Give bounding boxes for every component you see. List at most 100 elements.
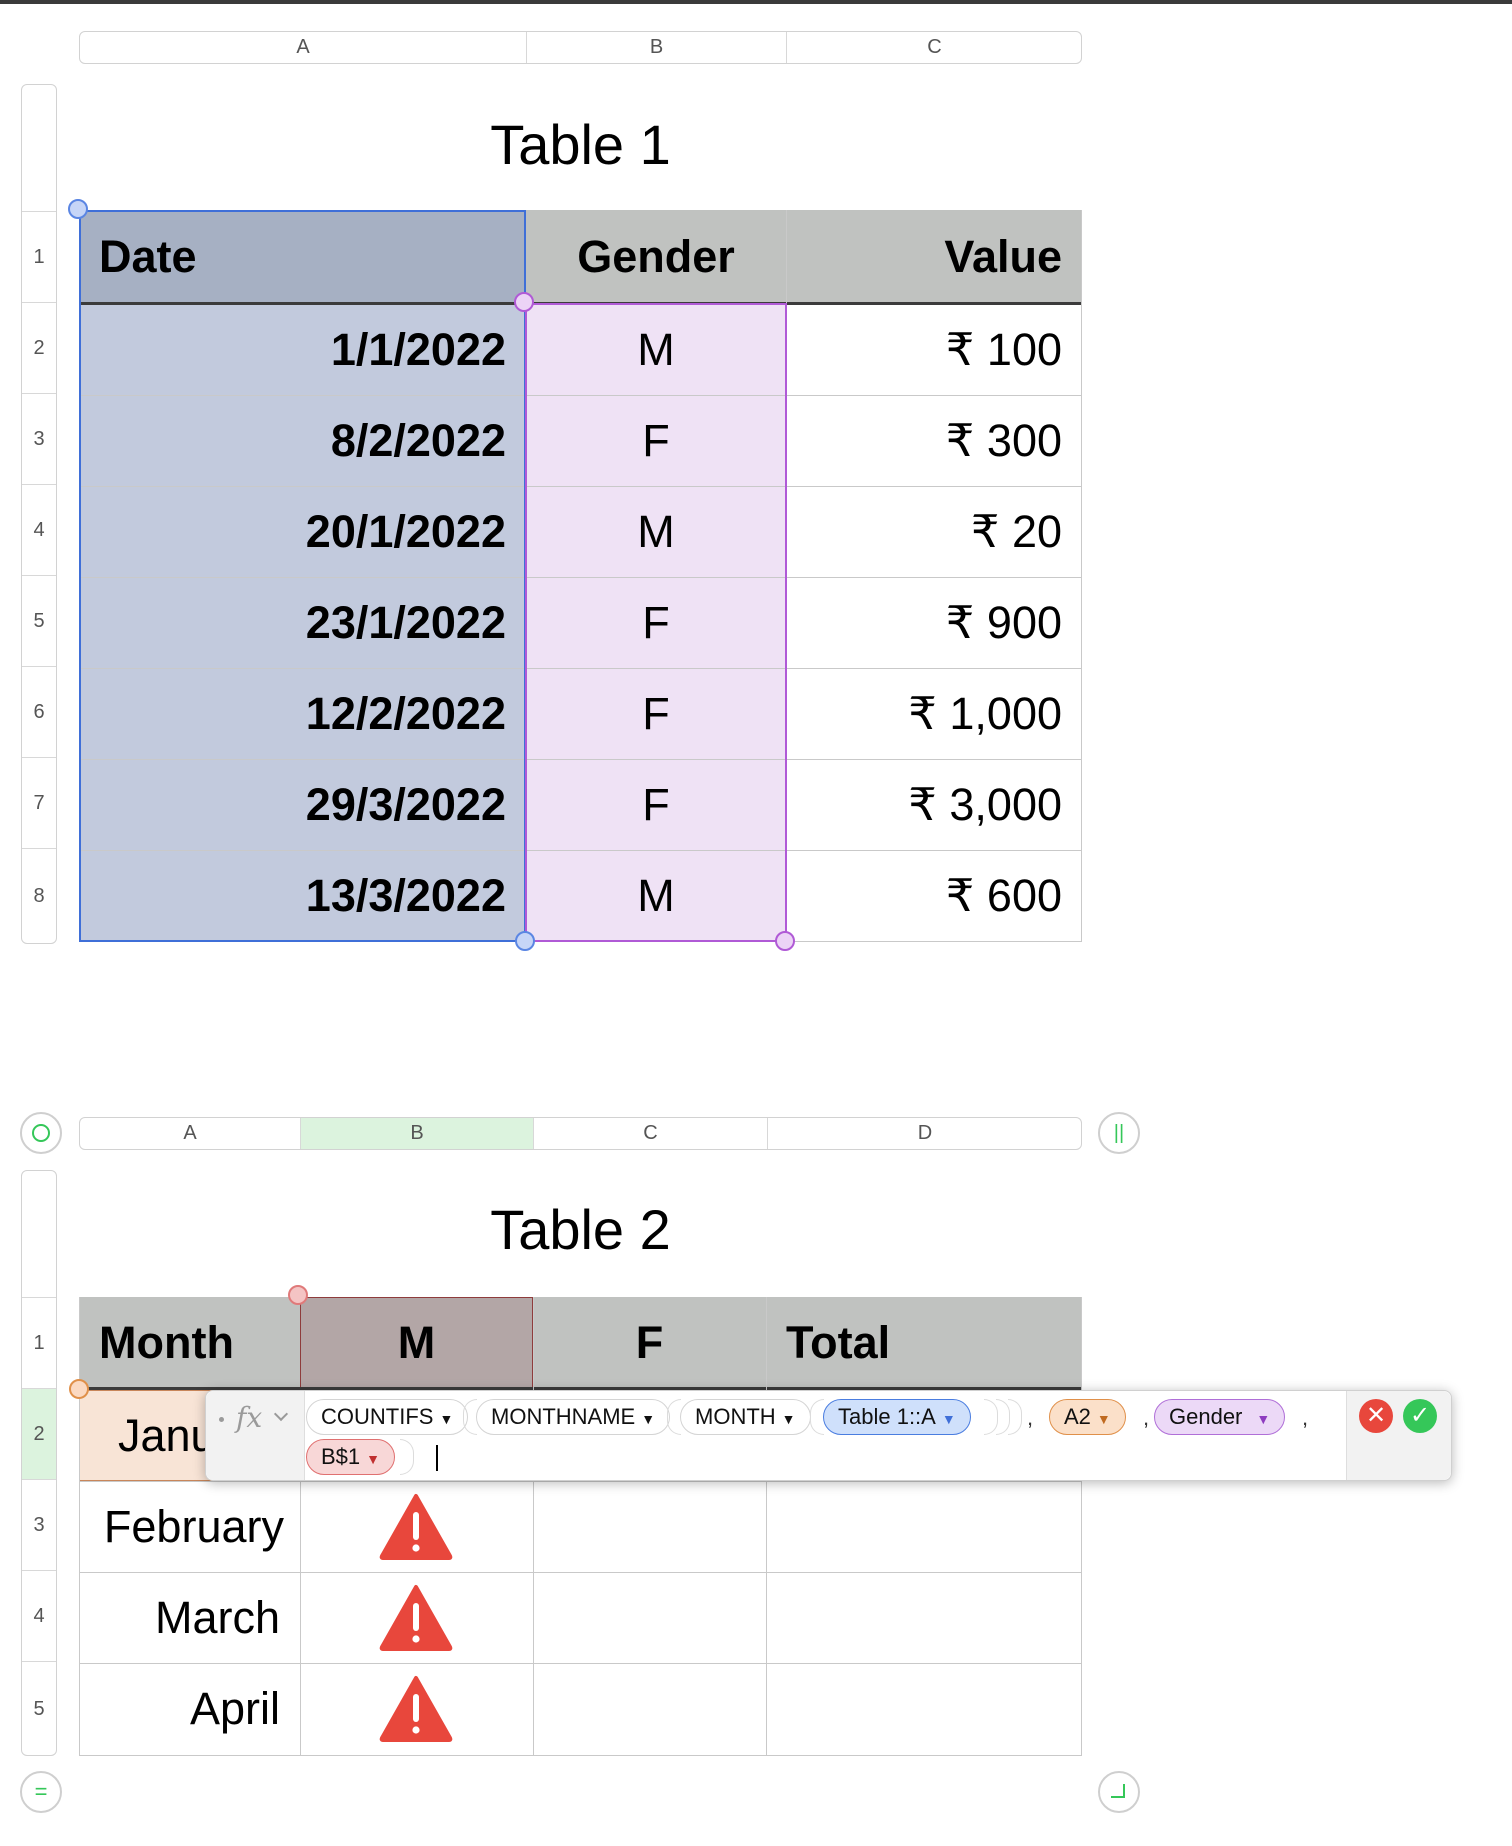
formula-token-range-reference[interactable]: Table 1::A ▼ [823, 1399, 971, 1435]
chevron-down-icon[interactable] [273, 1406, 289, 1422]
cancel-formula-button[interactable]: ✕ [1359, 1399, 1393, 1433]
formula-token-monthname[interactable]: MONTHNAME ▼ [476, 1399, 671, 1435]
formula-comma: , [1143, 1405, 1150, 1430]
token-dropdown-icon[interactable]: ▼ [366, 1451, 380, 1467]
table2-row-header[interactable]: 4 [22, 1570, 56, 1661]
table1-cell-gender[interactable]: M [526, 304, 786, 395]
table1-cell-gender[interactable]: M [526, 850, 786, 941]
table1-row-header[interactable]: 3 [22, 393, 56, 484]
formula-editor[interactable]: fx COUNTIFS ▼ MONTHNAME ▼ MONTH ▼ Table 1::… [205, 1390, 1452, 1481]
add-column-handle-icon[interactable]: || [1098, 1112, 1140, 1154]
table1-cell-date[interactable]: 13/3/2022 [79, 850, 526, 941]
paren-open [810, 1399, 824, 1435]
table1-cell-gender[interactable]: F [526, 759, 786, 850]
range-handle-bottom-right[interactable] [515, 931, 535, 951]
table1-row-header[interactable]: 2 [22, 302, 56, 393]
table1-row-header[interactable]: 4 [22, 484, 56, 575]
table1-cell-gender[interactable]: M [526, 486, 786, 577]
token-dropdown-icon[interactable]: ▼ [782, 1411, 796, 1427]
table2-row-header[interactable]: 2 [22, 1388, 56, 1479]
formula-token-gender-reference[interactable]: Gender ▼ [1154, 1399, 1286, 1435]
table1-cell-date[interactable]: 1/1/2022 [79, 304, 526, 395]
formula-comma: , [1027, 1405, 1034, 1430]
table2-column-b-header[interactable]: B [300, 1118, 533, 1149]
token-label: MONTH [695, 1404, 776, 1429]
confirm-formula-button[interactable]: ✓ [1403, 1399, 1437, 1433]
table2-row-header[interactable]: 3 [22, 1479, 56, 1570]
table1-cell-date[interactable]: 12/2/2022 [79, 668, 526, 759]
table1-cell-date[interactable]: 8/2/2022 [79, 395, 526, 486]
table1-cell-value[interactable]: ₹ 900 [786, 577, 1082, 668]
table1-row-header[interactable]: 5 [22, 575, 56, 666]
table1-header-gender[interactable]: Gender [526, 210, 786, 304]
error-warning-icon[interactable] [378, 1583, 454, 1651]
table1-cell-value[interactable]: ₹ 1,000 [786, 668, 1082, 759]
range-handle-top-left[interactable] [288, 1285, 308, 1305]
error-warning-icon[interactable] [378, 1674, 454, 1742]
table1-cell-value[interactable]: ₹ 3,000 [786, 759, 1082, 850]
table1-row-header-bar: 1 2 3 4 5 6 7 8 [21, 84, 57, 944]
token-dropdown-icon[interactable]: ▼ [1256, 1411, 1270, 1427]
formula-editor-right-panel: ✕ ✓ [1346, 1391, 1451, 1480]
table2-title[interactable]: Table 2 [79, 1197, 1082, 1262]
table1-row-header[interactable]: 6 [22, 666, 56, 757]
table1-cell-value[interactable]: ₹ 600 [786, 850, 1082, 941]
table1-cell-gender[interactable]: F [526, 395, 786, 486]
table2-row-header-bar: 1 2 3 4 5 [21, 1170, 57, 1756]
token-label: B$1 [321, 1444, 361, 1469]
token-label: MONTHNAME [491, 1404, 636, 1429]
range-handle-top-left[interactable] [68, 199, 88, 219]
table-select-handle-icon[interactable] [20, 1112, 62, 1154]
table1-cell-date[interactable]: 20/1/2022 [79, 486, 526, 577]
table2-cell-month[interactable]: February [79, 1481, 300, 1572]
table1-column-a-header[interactable]: A [80, 32, 526, 63]
formula-token-a2-reference[interactable]: A2 ▼ [1049, 1399, 1126, 1435]
table1-title[interactable]: Table 1 [79, 112, 1082, 177]
table2-cell-month[interactable]: April [79, 1663, 300, 1755]
table1-header-value[interactable]: Value [786, 210, 1082, 304]
table1-cell-gender[interactable]: F [526, 668, 786, 759]
range-handle-bottom-right[interactable] [775, 931, 795, 951]
table2-header-month[interactable]: Month [79, 1297, 300, 1389]
token-dropdown-icon[interactable]: ▼ [641, 1411, 655, 1427]
add-row-handle-icon[interactable]: = [20, 1771, 62, 1813]
table1-header-date[interactable]: Date [79, 210, 526, 304]
table2-header-m[interactable]: M [300, 1297, 533, 1389]
drag-dot-icon [219, 1417, 224, 1422]
table2-header-f[interactable]: F [533, 1297, 766, 1389]
table1-cell-value[interactable]: ₹ 20 [786, 486, 1082, 577]
table1-cell-value[interactable]: ₹ 300 [786, 395, 1082, 486]
table1-column-b-header[interactable]: B [526, 32, 786, 63]
table2-column-header-bar: A B C D [79, 1117, 1082, 1150]
window-top-border [0, 0, 1512, 4]
paren-close [1008, 1399, 1022, 1435]
table2-header-total[interactable]: Total [766, 1297, 1082, 1389]
table1-cell-gender[interactable]: F [526, 577, 786, 668]
range-handle-top-left[interactable] [69, 1379, 89, 1399]
token-dropdown-icon[interactable]: ▼ [1097, 1411, 1111, 1427]
table1-column-c-header[interactable]: C [786, 32, 1082, 63]
table2-column-d-header[interactable]: D [767, 1118, 1082, 1149]
formula-token-b1-reference[interactable]: B$1 ▼ [306, 1439, 396, 1475]
table2-row-header[interactable]: 5 [22, 1661, 56, 1755]
formula-token-countifs[interactable]: COUNTIFS ▼ [306, 1399, 469, 1435]
table1-row-header[interactable]: 1 [22, 211, 56, 302]
table2-cell-month[interactable]: March [79, 1572, 300, 1663]
token-label: Gender [1169, 1404, 1243, 1429]
table1-cell-value[interactable]: ₹ 100 [786, 304, 1082, 395]
resize-table-handle-icon[interactable] [1098, 1771, 1140, 1813]
table2-row-header[interactable]: 1 [22, 1297, 56, 1388]
token-label: A2 [1064, 1404, 1091, 1429]
table2-column-c-header[interactable]: C [533, 1118, 767, 1149]
token-dropdown-icon[interactable]: ▼ [942, 1411, 956, 1427]
table1-row-header[interactable]: 8 [22, 848, 56, 943]
formula-token-month[interactable]: MONTH ▼ [680, 1399, 811, 1435]
range-handle-top-left[interactable] [514, 292, 534, 312]
error-warning-icon[interactable] [378, 1492, 454, 1560]
table1-row-header[interactable]: 7 [22, 757, 56, 848]
table1-cell-date[interactable]: 29/3/2022 [79, 759, 526, 850]
table1-cell-date[interactable]: 23/1/2022 [79, 577, 526, 668]
table2-column-a-header[interactable]: A [80, 1118, 300, 1149]
token-dropdown-icon[interactable]: ▼ [439, 1411, 453, 1427]
fx-label[interactable]: fx [236, 1401, 262, 1434]
